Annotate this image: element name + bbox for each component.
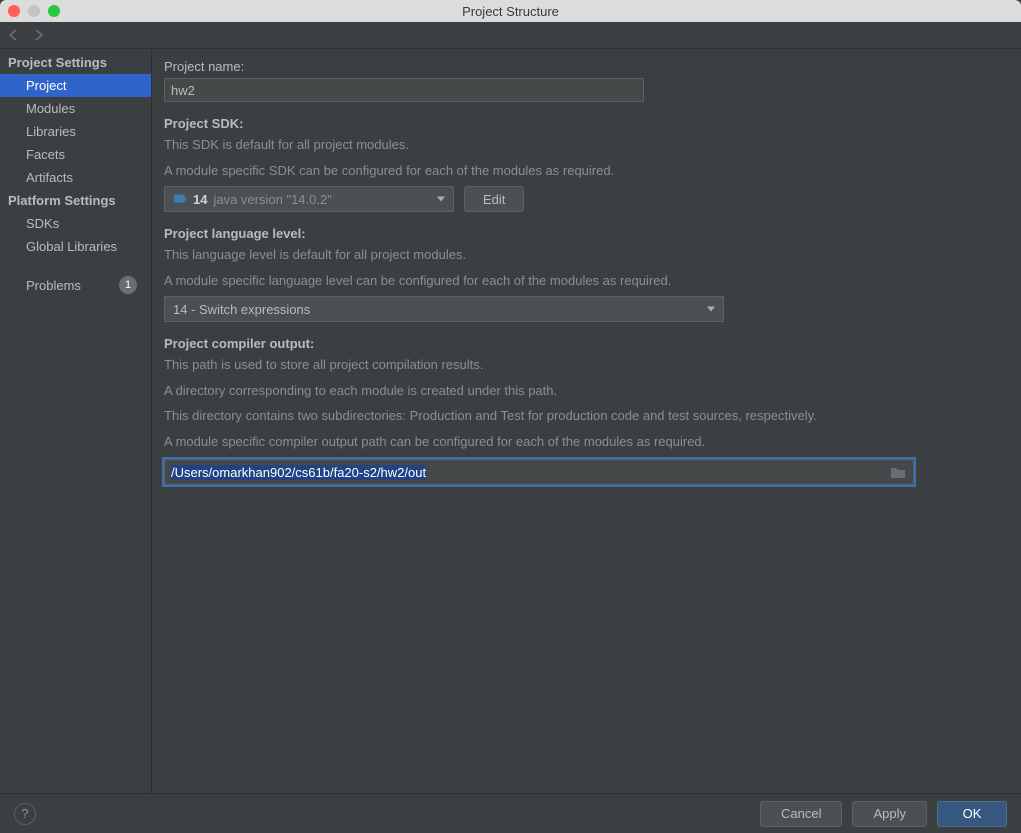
nav-forward-icon[interactable]	[32, 29, 46, 41]
lang-help-2: A module specific language level can be …	[164, 271, 1005, 291]
project-sdk-combo[interactable]: 14 java version "14.0.2"	[164, 186, 454, 212]
project-sdk-label: Project SDK:	[164, 116, 1005, 131]
edit-sdk-button[interactable]: Edit	[464, 186, 524, 212]
sidebar-item-libraries[interactable]: Libraries	[0, 120, 151, 143]
co-help-1: This path is used to store all project c…	[164, 355, 1005, 375]
dialog-footer: ? Cancel Apply OK	[0, 793, 1021, 833]
sidebar-header-platform-settings: Platform Settings	[0, 189, 151, 212]
chevron-down-icon	[437, 197, 445, 202]
sidebar-item-modules[interactable]: Modules	[0, 97, 151, 120]
language-level-combo[interactable]: 14 - Switch expressions	[164, 296, 724, 322]
help-button[interactable]: ?	[14, 803, 36, 825]
sidebar-item-global-libraries[interactable]: Global Libraries	[0, 235, 151, 258]
sidebar-item-project[interactable]: Project	[0, 74, 151, 97]
titlebar: Project Structure	[0, 0, 1021, 22]
co-help-3: This directory contains two subdirectori…	[164, 406, 1005, 426]
folder-icon[interactable]	[890, 465, 906, 479]
problems-count-badge: 1	[119, 276, 137, 294]
chevron-down-icon	[707, 307, 715, 312]
sdk-help-1: This SDK is default for all project modu…	[164, 135, 1005, 155]
sidebar-item-problems-label: Problems	[26, 278, 81, 293]
content-panel: Project name: Project SDK: This SDK is d…	[152, 49, 1021, 793]
sdk-version: java version "14.0.2"	[213, 192, 331, 207]
language-level-value: 14 - Switch expressions	[173, 302, 310, 317]
co-help-4: A module specific compiler output path c…	[164, 432, 1005, 452]
ok-button[interactable]: OK	[937, 801, 1007, 827]
lang-help-1: This language level is default for all p…	[164, 245, 1005, 265]
sidebar: Project Settings Project Modules Librari…	[0, 49, 152, 793]
project-name-label: Project name:	[164, 59, 1005, 74]
apply-button[interactable]: Apply	[852, 801, 927, 827]
project-name-input[interactable]	[164, 78, 644, 102]
compiler-output-input[interactable]	[164, 459, 914, 485]
co-help-2: A directory corresponding to each module…	[164, 381, 1005, 401]
sdk-help-2: A module specific SDK can be configured …	[164, 161, 1005, 181]
compiler-output-label: Project compiler output:	[164, 336, 1005, 351]
window-title: Project Structure	[0, 4, 1021, 19]
sidebar-item-problems[interactable]: Problems 1	[0, 272, 151, 298]
sidebar-header-project-settings: Project Settings	[0, 51, 151, 74]
language-level-label: Project language level:	[164, 226, 1005, 241]
sidebar-item-sdks[interactable]: SDKs	[0, 212, 151, 235]
sidebar-item-facets[interactable]: Facets	[0, 143, 151, 166]
nav-arrows	[0, 22, 1021, 48]
sdk-number: 14	[193, 192, 207, 207]
sidebar-item-artifacts[interactable]: Artifacts	[0, 166, 151, 189]
jdk-icon	[173, 192, 187, 206]
cancel-button[interactable]: Cancel	[760, 801, 842, 827]
nav-back-icon[interactable]	[8, 29, 22, 41]
